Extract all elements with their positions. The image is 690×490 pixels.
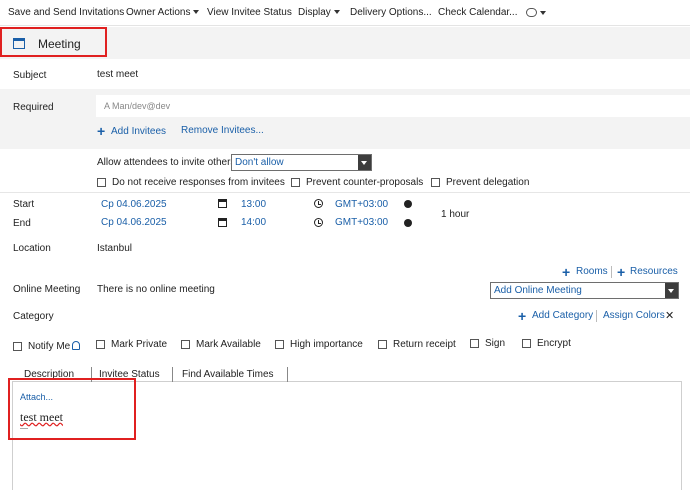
sign-checkbox[interactable] [470, 339, 479, 348]
sign-label: Sign [485, 338, 506, 349]
separator [596, 310, 597, 322]
return-receipt-checkbox[interactable] [378, 340, 387, 349]
prevent-delegation-label: Prevent delegation [446, 177, 530, 188]
online-meeting-value: There is no online meeting [97, 284, 215, 295]
globe-icon[interactable] [404, 219, 412, 227]
dropdown-arrow-icon [665, 283, 678, 298]
allow-invite-value: Don't allow [235, 157, 284, 168]
bell-icon[interactable] [72, 341, 80, 350]
rooms-link[interactable]: Rooms [576, 266, 608, 277]
category-label: Category [13, 311, 54, 322]
required-input[interactable]: A Man/dev@dev [96, 95, 690, 117]
notify-me-label: Notify Me [28, 341, 71, 352]
end-timezone[interactable]: GMT+03:00 [335, 217, 388, 228]
start-date[interactable]: Ср 04.06.2025 [101, 199, 167, 210]
remove-invitees-link[interactable]: Remove Invitees... [181, 125, 264, 136]
toolbar: Save and Send Invitations Owner Actions … [0, 0, 690, 26]
subject-input[interactable]: test meet [97, 69, 138, 80]
add-invitees-link[interactable]: Add Invitees [111, 126, 166, 137]
display-label: Display [298, 7, 331, 18]
calendar-icon [13, 38, 25, 49]
online-meeting-label: Online Meeting [13, 284, 81, 295]
check-calendar-button[interactable]: Check Calendar... [438, 7, 518, 18]
mark-private-label: Mark Private [111, 339, 168, 350]
encrypt-checkbox[interactable] [522, 339, 531, 348]
form-title: Meeting [38, 37, 81, 51]
subject-label: Subject [13, 70, 47, 81]
no-responses-checkbox[interactable] [97, 178, 106, 187]
high-importance-label: High importance [290, 339, 363, 350]
allow-invite-label: Allow attendees to invite others [97, 157, 236, 168]
save-send-button[interactable]: Save and Send Invitations [8, 7, 124, 18]
divider [0, 192, 690, 193]
no-responses-label: Do not receive responses from invitees [112, 177, 285, 188]
encrypt-label: Encrypt [537, 338, 571, 349]
end-label: End [13, 218, 31, 229]
mark-private-checkbox[interactable] [96, 340, 105, 349]
return-receipt-label: Return receipt [393, 339, 456, 350]
chat-icon[interactable] [526, 8, 537, 17]
display-menu[interactable]: Display [298, 7, 340, 18]
cursor-marker [20, 428, 28, 429]
end-time[interactable]: 14:00 [241, 217, 266, 228]
delivery-options-button[interactable]: Delivery Options... [350, 7, 432, 18]
location-label: Location [13, 243, 51, 254]
attach-link[interactable]: Attach... [20, 392, 53, 402]
description-text[interactable]: test meet [20, 410, 63, 425]
start-timezone[interactable]: GMT+03:00 [335, 199, 388, 210]
mark-available-checkbox[interactable] [181, 340, 190, 349]
required-label: Required [13, 102, 54, 113]
start-label: Start [13, 199, 35, 210]
resources-link[interactable]: Resources [630, 266, 678, 277]
high-importance-checkbox[interactable] [275, 340, 284, 349]
clock-icon[interactable] [314, 199, 323, 208]
owner-actions-menu[interactable]: Owner Actions [126, 7, 200, 18]
clock-icon[interactable] [314, 218, 323, 227]
plus-icon: + [97, 123, 106, 139]
duration: 1 hour [441, 209, 470, 220]
dropdown-arrow-icon [358, 155, 371, 170]
separator [611, 266, 612, 278]
notify-me-checkbox[interactable] [13, 342, 22, 351]
required-placeholder: A Man/dev@dev [104, 101, 171, 111]
plus-icon: + [562, 264, 571, 280]
chevron-down-icon [193, 10, 200, 15]
end-date[interactable]: Ср 04.06.2025 [101, 217, 167, 228]
prevent-delegation-checkbox[interactable] [431, 178, 440, 187]
allow-invite-select[interactable]: Don't allow [231, 154, 372, 171]
view-invitee-status-button[interactable]: View Invitee Status [207, 7, 292, 18]
location-input[interactable]: Istanbul [97, 243, 132, 254]
close-icon[interactable]: ✕ [665, 309, 674, 322]
separator [172, 367, 173, 382]
calendar-icon[interactable] [218, 218, 227, 227]
online-meeting-select[interactable]: Add Online Meeting [490, 282, 679, 299]
chevron-down-icon [333, 10, 340, 15]
start-time[interactable]: 13:00 [241, 199, 266, 210]
calendar-icon[interactable] [218, 199, 227, 208]
prevent-counter-label: Prevent counter-proposals [306, 177, 424, 188]
mark-available-label: Mark Available [196, 339, 261, 350]
globe-icon[interactable] [404, 200, 412, 208]
online-meeting-select-value: Add Online Meeting [494, 285, 582, 296]
assign-colors-link[interactable]: Assign Colors [603, 310, 665, 321]
separator [287, 367, 288, 382]
chevron-down-icon[interactable] [540, 11, 546, 15]
owner-actions-label: Owner Actions [126, 7, 191, 18]
plus-icon: + [518, 308, 527, 324]
highlight-box [8, 378, 136, 440]
plus-icon: + [617, 264, 626, 280]
add-category-link[interactable]: Add Category [532, 310, 593, 321]
prevent-counter-checkbox[interactable] [291, 178, 300, 187]
